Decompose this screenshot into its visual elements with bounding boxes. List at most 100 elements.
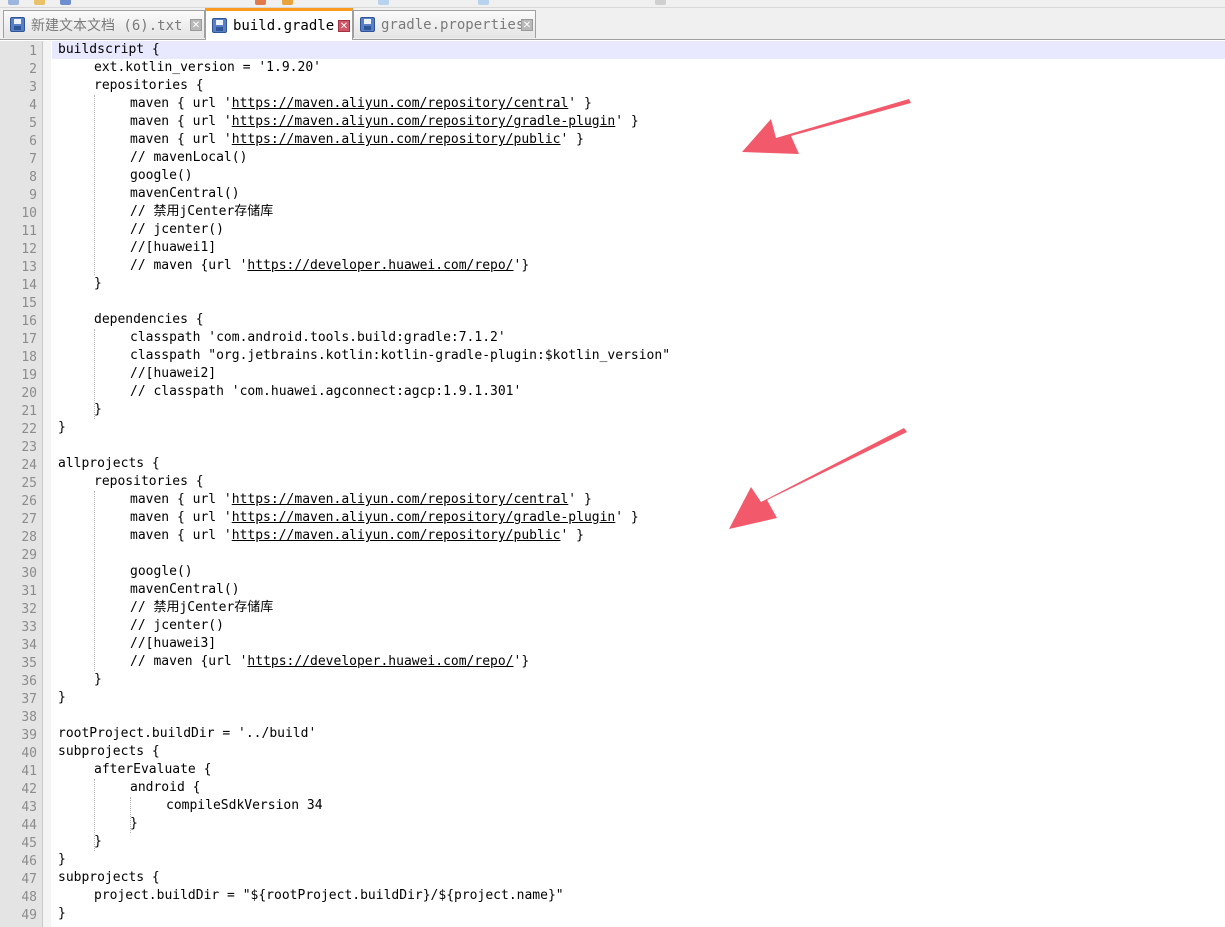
code-line[interactable]: dependencies {	[94, 311, 204, 329]
url-link[interactable]: https://developer.huawei.com/repo/	[247, 258, 513, 273]
code-text: '}	[513, 654, 530, 669]
url-link[interactable]: https://maven.aliyun.com/repository/grad…	[232, 510, 616, 525]
code-line[interactable]: rootProject.buildDir = '../build'	[58, 725, 316, 743]
line-number: 31	[21, 584, 37, 599]
url-link[interactable]: https://developer.huawei.com/repo/	[247, 654, 513, 669]
tab-new-text-document[interactable]: 新建文本文档 (6).txt ✕	[3, 10, 205, 38]
code-text: // maven {url '	[130, 258, 248, 273]
code-line[interactable]: maven { url 'https://maven.aliyun.com/re…	[130, 527, 584, 545]
line-number: 23	[21, 440, 37, 455]
line-number: 41	[21, 764, 37, 779]
code-line[interactable]: repositories {	[94, 77, 204, 95]
line-number: 19	[21, 368, 37, 383]
code-line[interactable]: // jcenter()	[130, 617, 224, 635]
code-line[interactable]: subprojects {	[58, 743, 160, 761]
line-number: 4	[29, 98, 37, 113]
code-line[interactable]: }	[94, 671, 102, 689]
line-number: 32	[21, 602, 37, 617]
code-line[interactable]: maven { url 'https://maven.aliyun.com/re…	[130, 113, 639, 131]
code-line[interactable]: buildscript {	[58, 41, 160, 59]
code-line[interactable]: google()	[130, 167, 193, 185]
close-icon[interactable]: ✕	[338, 19, 350, 32]
line-number: 47	[21, 872, 37, 887]
code-line[interactable]: classpath 'com.android.tools.build:gradl…	[130, 329, 506, 347]
code-line[interactable]: android {	[130, 779, 200, 797]
code-line[interactable]: }	[94, 401, 102, 419]
line-number-gutter[interactable]: 1 2 3 4 5 6 7 8 9 10 11 12 13 14 15 16 17 18 19 20 21 22 23 24 2…	[0, 41, 43, 927]
tab-build-gradle[interactable]: build.gradle ✕	[205, 8, 353, 40]
line-number: 10	[21, 206, 37, 221]
code-text: // maven {url '	[130, 654, 248, 669]
code-line[interactable]: }	[130, 815, 138, 833]
code-line[interactable]: compileSdkVersion 34	[166, 797, 323, 815]
code-line[interactable]: repositories {	[94, 473, 204, 491]
line-number: 30	[21, 566, 37, 581]
save-icon	[10, 17, 25, 32]
line-number: 16	[21, 314, 37, 329]
code-line[interactable]: maven { url 'https://maven.aliyun.com/re…	[130, 95, 592, 113]
code-line[interactable]: mavenCentral()	[130, 185, 240, 203]
code-line[interactable]: maven { url 'https://maven.aliyun.com/re…	[130, 509, 639, 527]
line-number: 21	[21, 404, 37, 419]
code-line[interactable]: ext.kotlin_version = '1.9.20'	[94, 59, 321, 77]
code-line[interactable]: }	[94, 275, 102, 293]
code-line[interactable]: maven { url 'https://maven.aliyun.com/re…	[130, 491, 592, 509]
line-number: 39	[21, 728, 37, 743]
close-icon[interactable]: ✕	[190, 18, 202, 31]
toolbar-zoom-icon[interactable]	[478, 0, 489, 5]
code-line[interactable]: //[huawei2]	[130, 365, 216, 383]
fold-margin[interactable]	[43, 41, 51, 927]
url-link[interactable]: https://maven.aliyun.com/repository/cent…	[232, 96, 569, 111]
url-link[interactable]: https://maven.aliyun.com/repository/cent…	[232, 492, 569, 507]
line-number: 37	[21, 692, 37, 707]
code-line[interactable]: }	[58, 689, 66, 707]
toolbar-open-icon[interactable]	[34, 0, 45, 5]
tab-gradle-properties[interactable]: gradle.properties ✕	[353, 10, 536, 38]
toolbar-cut-icon[interactable]	[255, 0, 266, 5]
code-line[interactable]: // 禁用jCenter存储库	[130, 203, 273, 221]
code-line[interactable]: // classpath 'com.huawei.agconnect:agcp:…	[130, 383, 521, 401]
code-line[interactable]: }	[58, 419, 66, 437]
line-number: 6	[29, 134, 37, 149]
url-link[interactable]: https://maven.aliyun.com/repository/publ…	[232, 528, 561, 543]
line-number: 36	[21, 674, 37, 689]
url-link[interactable]: https://maven.aliyun.com/repository/grad…	[232, 114, 616, 129]
code-line[interactable]: allprojects {	[58, 455, 160, 473]
code-line[interactable]: project.buildDir = "${rootProject.buildD…	[94, 887, 564, 905]
toolbar-save-icon[interactable]	[60, 0, 71, 5]
code-line[interactable]: }	[94, 833, 102, 851]
code-line[interactable]: // jcenter()	[130, 221, 224, 239]
indent-guide	[94, 95, 95, 275]
line-number: 17	[21, 332, 37, 347]
code-line[interactable]: //[huawei1]	[130, 239, 216, 257]
code-line[interactable]: // maven {url 'https://developer.huawei.…	[130, 257, 529, 275]
close-icon[interactable]: ✕	[521, 18, 533, 31]
code-line[interactable]: // maven {url 'https://developer.huawei.…	[130, 653, 529, 671]
tab-bar: 新建文本文档 (6).txt ✕ build.gradle ✕ gradle.p…	[0, 8, 1225, 40]
code-line[interactable]: // 禁用jCenter存储库	[130, 599, 273, 617]
code-line[interactable]: }	[58, 851, 66, 869]
code-line[interactable]: // mavenLocal()	[130, 149, 247, 167]
line-number: 48	[21, 890, 37, 905]
toolbar-wrap-icon[interactable]	[655, 0, 666, 5]
toolbar-find-icon[interactable]	[378, 0, 389, 5]
code-line[interactable]: google()	[130, 563, 193, 581]
code-line[interactable]: subprojects {	[58, 869, 160, 887]
code-text: '}	[513, 258, 530, 273]
code-editor[interactable]: buildscript {ext.kotlin_version = '1.9.2…	[52, 41, 1225, 927]
toolbar-new-icon[interactable]	[8, 0, 19, 5]
code-line[interactable]: //[huawei3]	[130, 635, 216, 653]
code-text: ' }	[568, 96, 592, 111]
url-link[interactable]: https://maven.aliyun.com/repository/publ…	[232, 132, 561, 147]
line-number: 15	[21, 296, 37, 311]
code-line[interactable]: maven { url 'https://maven.aliyun.com/re…	[130, 131, 584, 149]
code-line[interactable]: classpath "org.jetbrains.kotlin:kotlin-g…	[130, 347, 670, 365]
code-line[interactable]: mavenCentral()	[130, 581, 240, 599]
line-number: 43	[21, 800, 37, 815]
code-line[interactable]: afterEvaluate {	[94, 761, 211, 779]
toolbar-copy-icon[interactable]	[282, 0, 293, 5]
line-number: 8	[29, 170, 37, 185]
line-number: 25	[21, 476, 37, 491]
code-line[interactable]: }	[58, 905, 66, 923]
code-text: ' }	[615, 114, 639, 129]
